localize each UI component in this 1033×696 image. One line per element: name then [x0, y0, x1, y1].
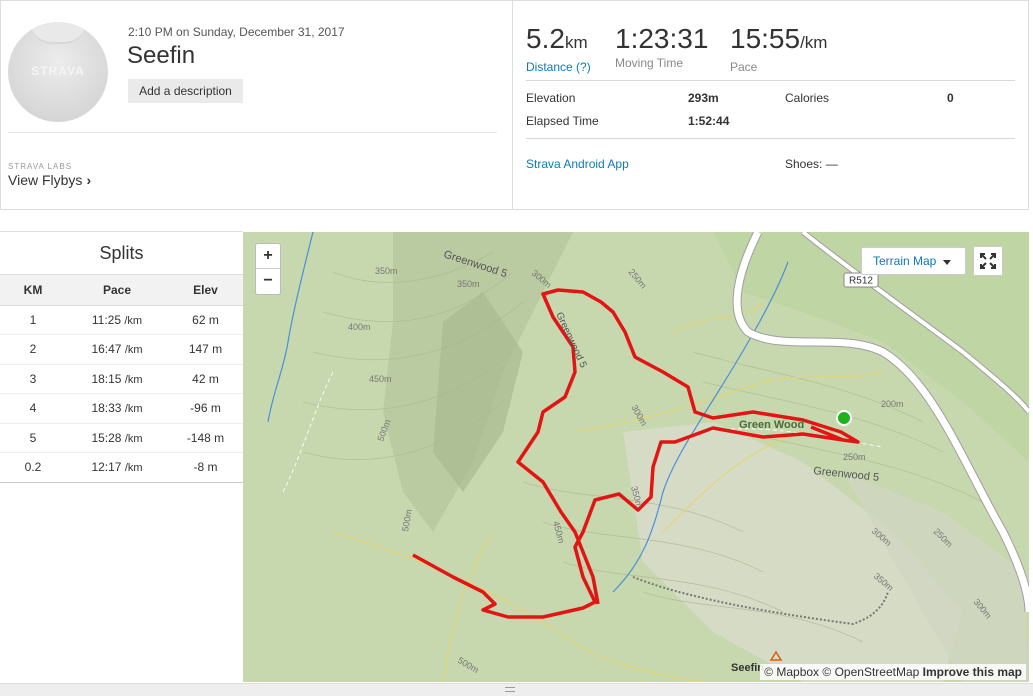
- split-km: 4: [0, 393, 66, 424]
- calories-label: Calories: [785, 91, 830, 105]
- caret-down-icon: [943, 260, 951, 265]
- map-layer-label: Terrain Map: [873, 254, 937, 268]
- col-header-km: KM: [0, 275, 66, 306]
- splits-table: KM Pace Elev 1 11:25 /km 62 m 2 16:47 /k…: [0, 275, 243, 483]
- split-km: 2: [0, 334, 66, 365]
- split-km: 3: [0, 364, 66, 394]
- splits-panel: Splits KM Pace Elev 1 11:25 /km 62 m 2 1…: [0, 231, 243, 683]
- activity-summary-card: STRAVA 2:10 PM on Sunday, December 31, 2…: [0, 0, 1029, 210]
- contour-label: 200m: [881, 399, 904, 409]
- elapsed-time-label: Elapsed Time: [526, 114, 599, 128]
- distance-label-link[interactable]: Distance (?): [526, 60, 591, 74]
- split-row: 4 18:33 /km -96 m: [0, 393, 243, 424]
- zoom-out-button[interactable]: −: [256, 269, 280, 294]
- divider: [8, 132, 497, 133]
- activity-datetime: 2:10 PM on Sunday, December 31, 2017: [128, 25, 345, 39]
- pace-value: 15:55: [730, 23, 801, 54]
- mapbox-attribution-link[interactable]: © Mapbox: [764, 665, 819, 679]
- moving-time-label: Moving Time: [615, 56, 684, 70]
- split-elev: 42 m: [168, 364, 243, 394]
- contour-label: 450m: [369, 374, 392, 384]
- split-elev: 147 m: [168, 334, 243, 365]
- split-row: 5 15:28 /km -148 m: [0, 423, 243, 453]
- improve-map-link[interactable]: Improve this map: [923, 665, 1022, 679]
- split-row: 3 18:15 /km 42 m: [0, 364, 243, 394]
- athlete-avatar[interactable]: STRAVA: [8, 22, 108, 122]
- fullscreen-button[interactable]: [973, 246, 1003, 276]
- map-attribution: © Mapbox © OpenStreetMap Improve this ma…: [760, 664, 1026, 680]
- splits-title: Splits: [0, 232, 243, 275]
- calories-value: 0: [947, 91, 954, 105]
- distance-unit: km: [564, 33, 588, 52]
- elevation-label: Elevation: [526, 91, 576, 105]
- split-km: 0.2: [0, 452, 66, 483]
- split-pace: 16:47 /km: [66, 334, 168, 365]
- pace-label: Pace: [730, 60, 758, 74]
- split-pace: 12:17 /km: [66, 452, 168, 483]
- split-row: 1 11:25 /km 62 m: [0, 305, 243, 335]
- stat-moving-time: 1:23:31 Moving Time: [615, 23, 708, 70]
- split-pace: 18:15 /km: [66, 364, 168, 394]
- shoes-info: Shoes: —: [785, 157, 838, 171]
- map-label-green-wood: Green Wood: [739, 419, 804, 431]
- contour-label: 350m: [457, 279, 480, 289]
- map-layer-dropdown[interactable]: Terrain Map: [861, 247, 966, 275]
- moving-time-value: 1:23:31: [615, 23, 709, 54]
- avatar-shirt-icon: [30, 22, 86, 44]
- divider: [526, 80, 1015, 81]
- splits-header-row: KM Pace Elev: [0, 275, 243, 306]
- osm-attribution-link[interactable]: © OpenStreetMap: [822, 665, 919, 679]
- avatar-logo: STRAVA: [31, 64, 85, 78]
- stat-pace: 15:55/km Pace: [730, 23, 827, 74]
- peak-label: Seefin: [731, 662, 765, 674]
- split-km: 5: [0, 423, 66, 453]
- contour-label: 250m: [843, 452, 866, 462]
- start-marker: [836, 410, 852, 426]
- split-pace: 18:33 /km: [66, 393, 168, 424]
- resize-handle-bar[interactable]: [0, 683, 1033, 696]
- contour-label: 350m: [375, 266, 398, 276]
- elapsed-time-value: 1:52:44: [688, 114, 730, 128]
- activity-stats: 5.2km Distance (?) 1:23:31 Moving Time 1…: [512, 1, 1028, 209]
- grip-icon: [505, 687, 515, 692]
- split-row: 0.2 12:17 /km -8 m: [0, 452, 243, 483]
- view-flybys-label: View Flybys: [8, 172, 83, 188]
- split-elev: 62 m: [168, 305, 243, 335]
- activity-title: Seefin: [127, 42, 196, 69]
- activity-info: STRAVA 2:10 PM on Sunday, December 31, 2…: [1, 1, 512, 209]
- split-row: 2 16:47 /km 147 m: [0, 334, 243, 365]
- split-elev: -8 m: [168, 452, 243, 483]
- device-link[interactable]: Strava Android App: [526, 157, 629, 171]
- chevron-right-icon: ›: [86, 172, 92, 188]
- contour-label: 400m: [348, 322, 371, 332]
- expand-icon: [980, 253, 996, 269]
- view-flybys-link[interactable]: View Flybys ›: [8, 172, 91, 188]
- split-pace: 15:28 /km: [66, 423, 168, 453]
- distance-value: 5.2: [526, 23, 565, 54]
- col-header-elev: Elev: [168, 275, 243, 306]
- elevation-value: 293m: [688, 91, 719, 105]
- route-map[interactable]: R512 Greenwood 5 Greenwood 5 Greenwood 5…: [243, 232, 1029, 682]
- pace-unit: /km: [800, 33, 828, 52]
- split-km: 1: [0, 305, 66, 335]
- split-elev: -96 m: [168, 393, 243, 424]
- zoom-control: + −: [255, 243, 281, 295]
- col-header-pace: Pace: [66, 275, 168, 306]
- split-pace: 11:25 /km: [66, 305, 168, 335]
- add-description-button[interactable]: Add a description: [128, 79, 243, 103]
- divider: [0, 482, 243, 483]
- terrain-map-canvas[interactable]: R512 Greenwood 5 Greenwood 5 Greenwood 5…: [243, 232, 1029, 682]
- road-label: R512: [849, 276, 873, 287]
- strava-labs-tag: STRAVA LABS: [8, 162, 73, 171]
- divider: [526, 138, 1015, 139]
- split-elev: -148 m: [168, 423, 243, 453]
- stat-distance: 5.2km Distance (?): [526, 23, 591, 74]
- zoom-in-button[interactable]: +: [256, 244, 280, 269]
